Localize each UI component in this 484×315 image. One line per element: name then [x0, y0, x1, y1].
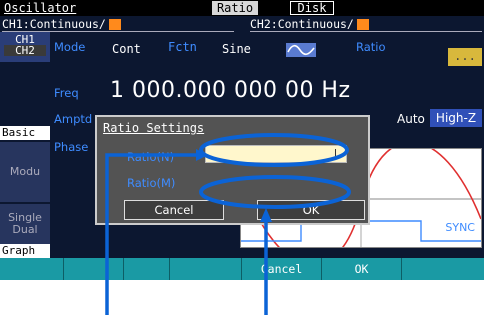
ch1-status-label: CH1:Continuous/ [2, 17, 106, 31]
phase-label[interactable]: Phase [54, 140, 88, 154]
dialog-title: Ratio Settings [103, 121, 205, 135]
ch1-state-icon [108, 19, 121, 30]
left-menu: CH1 CH2 Basic Modu Single Dual Graph [0, 32, 50, 258]
ch1-status: CH1:Continuous/ [2, 17, 234, 32]
basic-tab[interactable]: Basic [0, 126, 50, 140]
fctn-label: Fctn [168, 40, 197, 54]
dual-label: Dual [12, 223, 38, 236]
softkey-7[interactable] [402, 258, 484, 280]
oscillator-menu[interactable]: Oscillator [4, 1, 76, 15]
disk-menu[interactable]: Disk [290, 1, 334, 15]
sine-wave-icon [286, 43, 316, 57]
channel-select-button[interactable]: CH1 CH2 [0, 32, 50, 62]
function-value[interactable]: Sine [222, 42, 251, 56]
auto-label: Auto [397, 112, 425, 126]
softkey-4[interactable] [170, 258, 242, 280]
ch2-status: CH2:Continuous/ [250, 17, 482, 32]
softkey-bar: Cancel OK [0, 258, 484, 280]
channel-status-bar: CH1:Continuous/ CH2:Continuous/ [0, 17, 484, 32]
ch2-status-label: CH2:Continuous/ [250, 17, 354, 31]
freq-label[interactable]: Freq [54, 86, 79, 100]
more-button[interactable]: ... [448, 48, 482, 66]
mode-label[interactable]: Mode [54, 40, 85, 54]
single-dual-tab[interactable]: Single Dual [0, 204, 50, 244]
ratio-settings-dialog: Ratio Settings Ratio(N) Ratio(M) Cancel … [95, 115, 370, 225]
highz-button[interactable]: High-Z [430, 109, 482, 127]
softkey-2[interactable] [64, 258, 124, 280]
softkey-3[interactable] [124, 258, 170, 280]
amptd-label[interactable]: Amptd [54, 112, 92, 126]
top-menu-bar: Oscillator Ratio Disk [0, 0, 484, 16]
ch2-state-icon [356, 19, 369, 30]
dialog-cancel-button[interactable]: Cancel [124, 200, 224, 220]
ratio-n-input[interactable] [205, 145, 347, 163]
graph-tab[interactable]: Graph [0, 244, 50, 258]
softkey-1[interactable] [0, 258, 64, 280]
softkey-cancel[interactable]: Cancel [242, 258, 322, 280]
ratio-n-label: Ratio(N) [127, 150, 175, 164]
modu-tab[interactable]: Modu [0, 142, 50, 202]
dialog-ok-button[interactable]: OK [257, 200, 365, 220]
ratio-m-label: Ratio(M) [127, 176, 176, 190]
frequency-value[interactable]: 1 000.000 000 00 Hz [110, 78, 351, 103]
mode-value[interactable]: Cont [112, 42, 141, 56]
sync-label: SYNC [445, 221, 475, 234]
ratio-label: Ratio [356, 40, 386, 54]
ch2-label: CH2 [4, 45, 46, 56]
ratio-menu[interactable]: Ratio [212, 1, 258, 15]
softkey-ok[interactable]: OK [322, 258, 402, 280]
oscillator-screen: Oscillator Ratio Disk CH1:Continuous/ CH… [0, 0, 484, 258]
text-cursor [335, 149, 336, 159]
